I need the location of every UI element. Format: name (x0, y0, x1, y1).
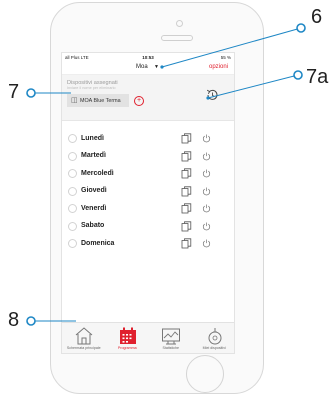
tab-label: Programma (117, 346, 137, 350)
device-chip-label: MOA Blue Terma (80, 97, 121, 104)
copy-icon[interactable] (181, 238, 192, 249)
callout-6-dot (296, 23, 306, 33)
clock: 10:53 (142, 55, 154, 60)
day-row[interactable]: Lunedì (62, 131, 234, 149)
day-row[interactable]: Giovedì (62, 184, 234, 202)
callout-8-label: 8 (8, 309, 20, 331)
copy-icon[interactable] (181, 150, 192, 162)
day-label: Martedì (81, 152, 106, 159)
device-chip[interactable]: ◫ MOA Blue Terma (67, 94, 129, 107)
day-label: Domenica (81, 239, 115, 247)
day-label: Mercoledì (81, 169, 114, 177)
tab-label: Schermata principale (66, 346, 101, 350)
power-icon[interactable] (202, 222, 211, 231)
tab-label: Miei dispositivi (202, 346, 226, 350)
app-screen: all Plus LTE 10:53 55 % Moa ▼ opzioni Di… (61, 52, 235, 354)
tab-bar: Schermata principale Programma Statistiche… (62, 322, 234, 353)
day-radio[interactable] (68, 221, 77, 231)
history-icon[interactable] (205, 88, 219, 102)
day-radio[interactable] (68, 134, 77, 143)
copy-icon[interactable] (181, 133, 192, 144)
nav-bar: Moa ▼ opzioni (62, 62, 234, 75)
callout-7a-dot (293, 70, 303, 80)
tab-calendar[interactable]: Programma (106, 323, 150, 353)
callout-7-label: 7 (8, 81, 20, 103)
power-icon[interactable] (202, 239, 211, 248)
camera-icon (176, 20, 183, 27)
add-device-button[interactable]: + (134, 96, 144, 106)
power-icon[interactable] (202, 134, 211, 143)
day-row[interactable]: Venerdì (62, 201, 234, 219)
copy-icon[interactable] (181, 220, 192, 232)
day-radio[interactable] (68, 204, 77, 213)
assigned-devices-panel: Dispositivi assegnati Inviare il nome pe… (62, 75, 234, 121)
day-row[interactable]: Domenica (62, 236, 234, 254)
power-icon[interactable] (202, 187, 211, 196)
battery-label: 55 % (220, 55, 231, 60)
assigned-devices-hint: Inviare il nome per eliminarlo (67, 86, 116, 90)
callout-7-dot (26, 88, 36, 98)
status-bar: all Plus LTE 10:53 55 % (62, 53, 234, 62)
day-list: Lunedì Martedì Mercoledì Giovedì Venerdì Saba… (62, 131, 234, 254)
power-icon[interactable] (202, 204, 211, 213)
copy-icon[interactable] (181, 168, 192, 179)
day-label: Venerdì (81, 204, 107, 212)
heater-icon: ◫ (71, 97, 78, 104)
power-icon[interactable] (202, 169, 211, 178)
tab-chart[interactable]: Statistiche (149, 323, 193, 353)
tab-label: Statistiche (162, 346, 180, 350)
day-radio[interactable] (68, 151, 77, 161)
copy-icon[interactable] (181, 203, 192, 214)
tab-home[interactable]: Schermata principale (62, 323, 106, 353)
power-icon[interactable] (202, 152, 211, 161)
speaker-grille (161, 35, 193, 41)
device-selector[interactable]: Moa (136, 64, 148, 70)
day-row[interactable]: Sabato (62, 219, 234, 237)
day-radio[interactable] (68, 169, 77, 178)
home-button[interactable] (186, 355, 224, 393)
day-label: Sabato (81, 222, 105, 229)
options-link[interactable]: opzioni (209, 64, 228, 70)
day-label: Giovedì (81, 187, 107, 194)
day-label: Lunedì (81, 134, 104, 142)
callout-7a-label: 7a (306, 66, 329, 88)
callout-6-label: 6 (311, 6, 323, 28)
callout-8-dot (26, 316, 36, 326)
copy-icon[interactable] (181, 185, 192, 197)
day-radio[interactable] (68, 186, 77, 196)
day-row[interactable]: Mercoledì (62, 166, 234, 184)
tab-device[interactable]: Miei dispositivi (193, 323, 235, 353)
chevron-down-icon[interactable]: ▼ (154, 64, 159, 70)
day-radio[interactable] (68, 239, 77, 248)
day-row[interactable]: Martedì (62, 149, 234, 167)
